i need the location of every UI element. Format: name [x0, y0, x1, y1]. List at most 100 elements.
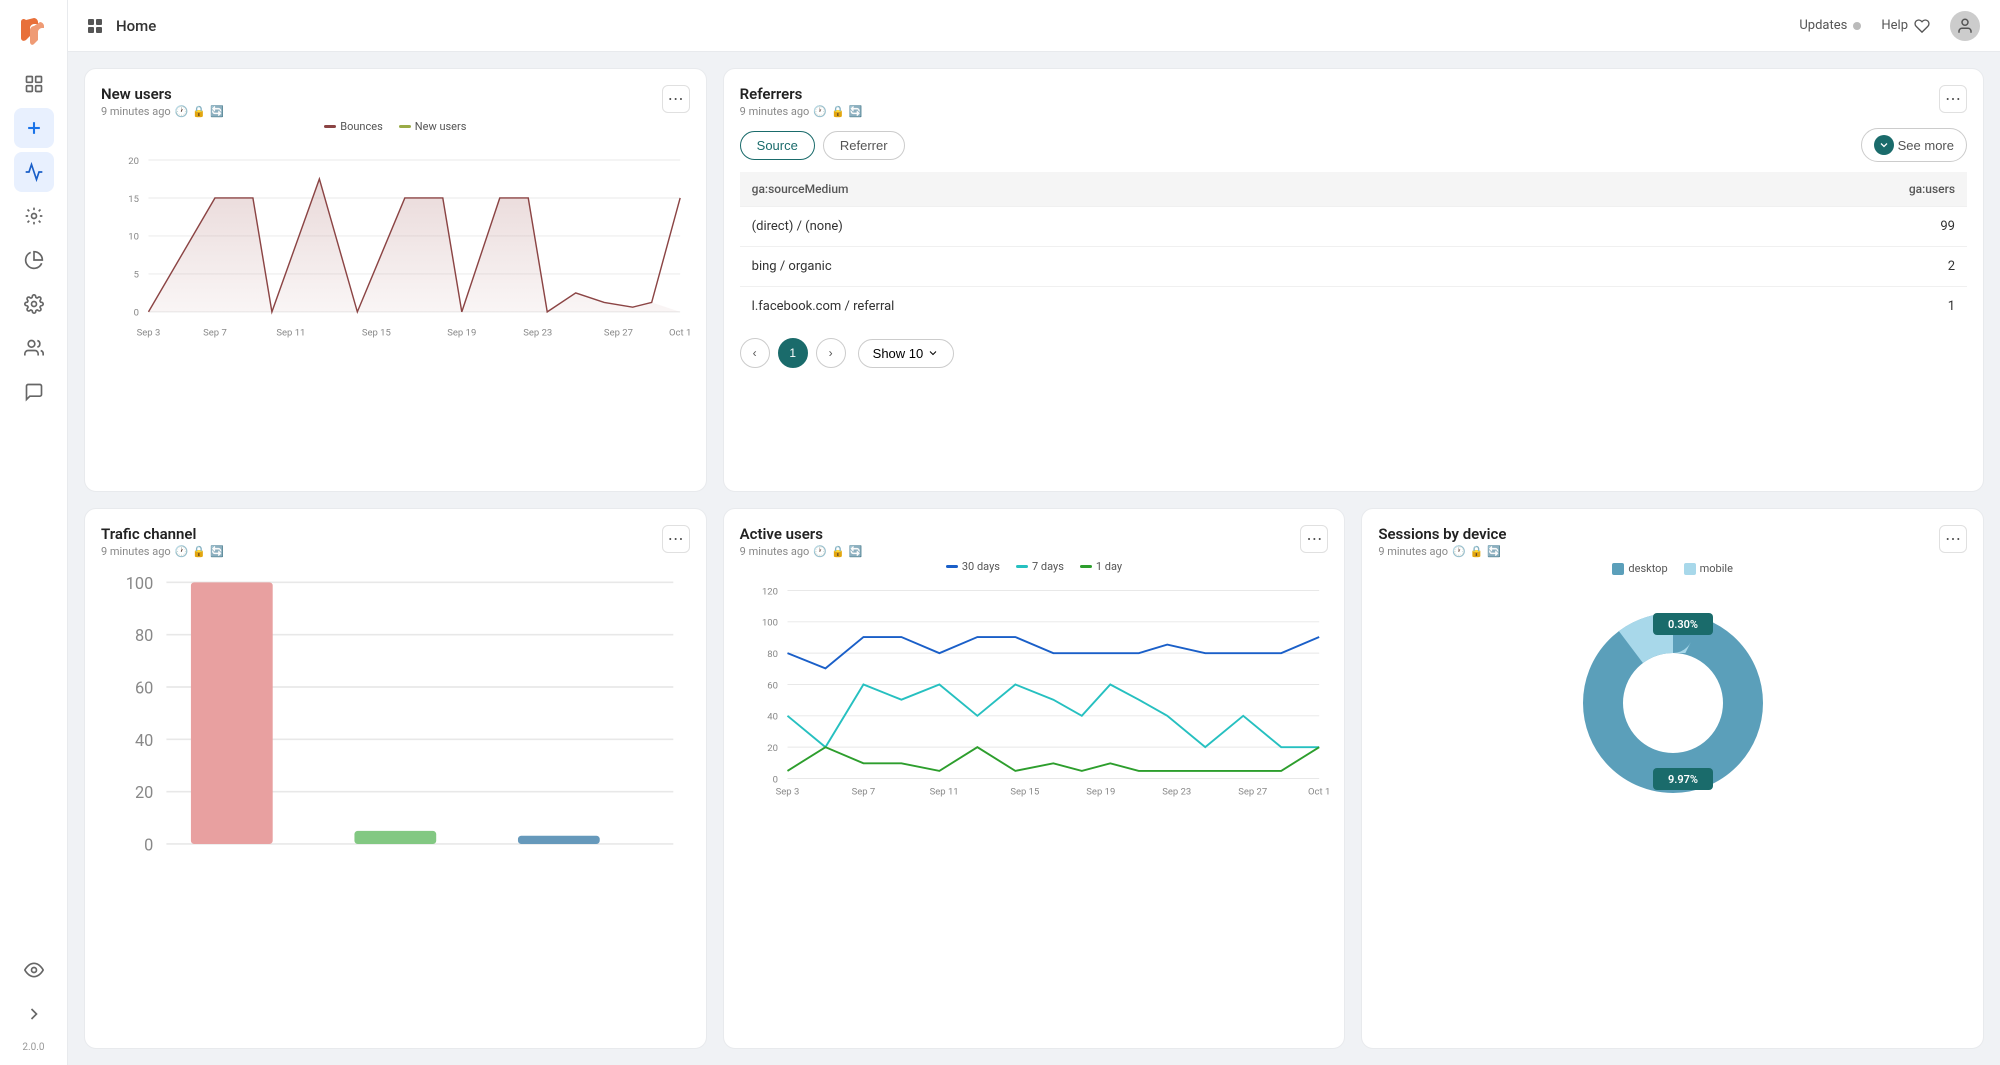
svg-text:Sep 7: Sep 7	[203, 328, 227, 339]
sidebar-item-expand[interactable]	[14, 994, 54, 1034]
source-cell: (direct) / (none)	[740, 207, 1604, 247]
7days-dot	[1016, 565, 1028, 568]
new-users-legend: Bounces New users	[101, 120, 690, 133]
refresh-icon-ref: 🔄	[849, 105, 863, 118]
sessions-title-area: Sessions by device 9 minutes ago 🕐 🔒 🔄	[1378, 525, 1506, 558]
new-users-svg: 20 15 10 5 0 Sep 3 Sep 7	[101, 141, 690, 369]
traffic-title: Trafic channel	[101, 525, 224, 543]
version-label: 2.0.0	[22, 1042, 44, 1053]
show-rows-button[interactable]: Show 10	[858, 339, 955, 368]
clock-icon-sd: 🕐	[1452, 545, 1466, 558]
legend-bounces: Bounces	[324, 120, 383, 133]
svg-text:Sep 27: Sep 27	[1238, 787, 1267, 798]
traffic-header: Trafic channel 9 minutes ago 🕐 🔒 🔄 ⋯	[101, 525, 690, 558]
sessions-header: Sessions by device 9 minutes ago 🕐 🔒 🔄 ⋯	[1378, 525, 1967, 558]
svg-text:0.30%: 0.30%	[1668, 618, 1698, 631]
active-users-more-button[interactable]: ⋯	[1300, 525, 1328, 553]
legend-7days: 7 days	[1016, 560, 1064, 573]
table-row: bing / organic 2	[740, 247, 1967, 287]
referrers-title: Referrers	[740, 85, 863, 103]
topbar: Home Updates Help	[68, 0, 2000, 52]
col-source: ga:sourceMedium	[740, 172, 1604, 207]
sidebar-item-reports[interactable]	[14, 240, 54, 280]
sessions-title: Sessions by device	[1378, 525, 1506, 543]
sessions-card: Sessions by device 9 minutes ago 🕐 🔒 🔄 ⋯…	[1361, 508, 1984, 1049]
new-users-dot	[399, 125, 411, 128]
svg-text:100: 100	[762, 618, 778, 629]
referrers-header: Referrers 9 minutes ago 🕐 🔒 🔄 ⋯	[740, 85, 1967, 118]
legend-new-users: New users	[399, 120, 467, 133]
sessions-meta: 9 minutes ago 🕐 🔒 🔄	[1378, 545, 1506, 558]
legend-30days: 30 days	[946, 560, 1000, 573]
clock-icon-ref: 🕐	[813, 105, 827, 118]
referrers-table: ga:sourceMedium ga:users (direct) / (non…	[740, 172, 1967, 326]
svg-text:80: 80	[135, 626, 153, 645]
svg-text:9.97%: 9.97%	[1668, 773, 1698, 786]
referrers-time: 9 minutes ago	[740, 105, 810, 118]
svg-text:Sep 23: Sep 23	[523, 328, 552, 339]
legend-desktop: desktop	[1612, 562, 1667, 575]
active-users-svg: 120 100 80 60 40 20 0 Sep 3 Sep 7 Sep 11…	[740, 581, 1329, 799]
active-users-header: Active users 9 minutes ago 🕐 🔒 🔄 ⋯	[740, 525, 1329, 558]
30days-dot	[946, 565, 958, 568]
next-page-button[interactable]: ›	[816, 338, 846, 368]
sidebar-item-messages[interactable]	[14, 372, 54, 412]
help-button[interactable]: Help	[1881, 18, 1930, 34]
page-1-button[interactable]: 1	[778, 338, 808, 368]
topbar-grid-icon	[88, 19, 104, 33]
svg-text:Sep 15: Sep 15	[362, 328, 391, 339]
see-more-button[interactable]: See more	[1861, 128, 1967, 162]
svg-text:Sep 3: Sep 3	[775, 787, 799, 798]
traffic-svg: 100 80 60 40 20 0	[101, 566, 690, 926]
referrer-tab[interactable]: Referrer	[823, 131, 905, 160]
active-users-time: 9 minutes ago	[740, 545, 810, 558]
sidebar-item-users[interactable]	[14, 328, 54, 368]
svg-text:Oct 1: Oct 1	[1308, 787, 1330, 798]
clock-icon: 🕐	[175, 105, 189, 118]
traffic-more-button[interactable]: ⋯	[662, 525, 690, 553]
source-tab[interactable]: Source	[740, 131, 815, 160]
1day-dot	[1080, 565, 1092, 568]
svg-text:20: 20	[135, 783, 153, 802]
sessions-more-button[interactable]: ⋯	[1939, 525, 1967, 553]
active-users-title-area: Active users 9 minutes ago 🕐 🔒 🔄	[740, 525, 863, 558]
dropdown-icon	[927, 347, 939, 359]
new-users-title: New users	[101, 85, 224, 103]
lock-icon-sd: 🔒	[1470, 545, 1484, 558]
active-users-meta: 9 minutes ago 🕐 🔒 🔄	[740, 545, 863, 558]
new-users-more-button[interactable]: ⋯	[662, 85, 690, 113]
svg-text:5: 5	[134, 270, 139, 281]
updates-button[interactable]: Updates	[1799, 18, 1861, 33]
svg-text:Sep 11: Sep 11	[276, 328, 305, 339]
svg-text:120: 120	[762, 586, 778, 597]
svg-text:10: 10	[128, 232, 139, 243]
users-cell: 99	[1604, 207, 1968, 247]
sidebar-item-integrations[interactable]	[14, 196, 54, 236]
sidebar-item-add[interactable]	[14, 108, 54, 148]
svg-text:20: 20	[767, 743, 778, 754]
refresh-icon-tc: 🔄	[210, 545, 224, 558]
users-cell: 1	[1604, 287, 1968, 327]
sidebar-item-eye[interactable]	[14, 950, 54, 990]
user-avatar[interactable]	[1950, 11, 1980, 41]
active-users-title: Active users	[740, 525, 863, 543]
users-cell: 2	[1604, 247, 1968, 287]
updates-dot	[1853, 22, 1861, 30]
new-users-meta: 9 minutes ago 🕐 🔒 🔄	[101, 105, 224, 118]
svg-text:20: 20	[128, 156, 139, 167]
lock-icon-ref: 🔒	[831, 105, 845, 118]
topbar-title: Home	[116, 17, 156, 35]
referrers-more-button[interactable]: ⋯	[1939, 85, 1967, 113]
svg-text:Oct 1: Oct 1	[669, 328, 691, 339]
sidebar-item-analytics[interactable]	[14, 152, 54, 192]
desktop-swatch	[1612, 563, 1624, 575]
referrers-meta: 9 minutes ago 🕐 🔒 🔄	[740, 105, 863, 118]
see-more-label: See more	[1898, 138, 1954, 153]
lock-icon-tc: 🔒	[192, 545, 206, 558]
sidebar-item-settings[interactable]	[14, 284, 54, 324]
traffic-meta: 9 minutes ago 🕐 🔒 🔄	[101, 545, 224, 558]
prev-page-button[interactable]: ‹	[740, 338, 770, 368]
sidebar-item-grid[interactable]	[14, 64, 54, 104]
clock-icon-au: 🕐	[813, 545, 827, 558]
svg-text:80: 80	[767, 649, 778, 660]
